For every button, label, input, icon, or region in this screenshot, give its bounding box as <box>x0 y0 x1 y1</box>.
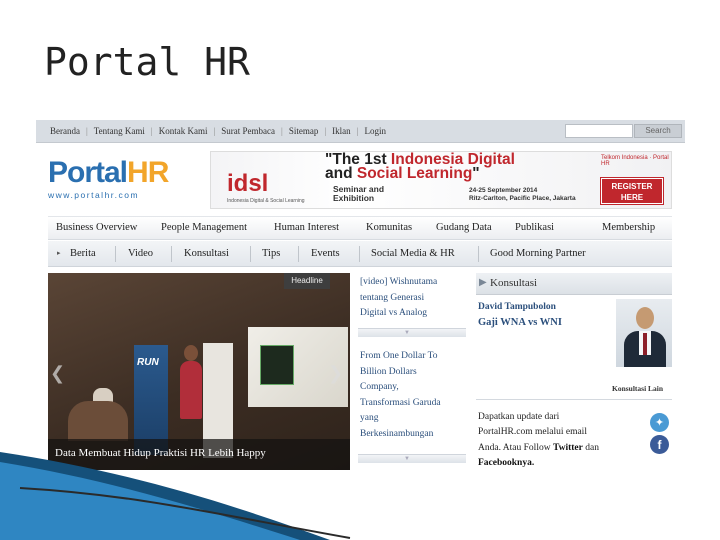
tab-berita[interactable]: Berita <box>70 248 96 259</box>
nav-separator: | <box>213 126 216 136</box>
news-separator: ▼ <box>358 328 466 337</box>
author-photo <box>616 299 672 367</box>
register-label-1: REGISTER <box>611 182 653 191</box>
roll-up-banner-text: RUN <box>137 357 159 368</box>
nav-link-sitemap[interactable]: Sitemap <box>289 126 319 136</box>
projected-image <box>260 345 294 385</box>
register-label-2: HERE <box>620 193 644 202</box>
chevron-down-icon: ▼ <box>404 330 410 336</box>
slide-title: Portal HR <box>44 40 250 84</box>
submenu-separator <box>115 246 116 262</box>
submenu-separator <box>250 246 251 262</box>
speaker-head <box>184 345 198 361</box>
caret-right-icon: ▶ <box>479 277 487 288</box>
news-item-line: tentang Generasi <box>360 292 425 303</box>
tab-tips[interactable]: Tips <box>262 248 280 259</box>
menu-item-komunitas[interactable]: Komunitas <box>366 222 412 233</box>
follow-line: PortalHR.com melalui email <box>478 427 587 438</box>
konsultasi-header: ▶ Konsultasi <box>476 273 672 295</box>
tab-video[interactable]: Video <box>128 248 153 259</box>
submenu-separator <box>478 246 479 262</box>
news-item-line: Transformasi Garuda <box>360 397 441 408</box>
tab-good-morning-partner[interactable]: Good Morning Partner <box>490 248 586 259</box>
menu-item-human-interest[interactable]: Human Interest <box>274 222 339 233</box>
submenu-separator <box>171 246 172 262</box>
slider-prev-icon[interactable]: ❮ <box>50 363 70 389</box>
main-menu: Business Overview People Management Huma… <box>48 216 672 240</box>
banner-headline: "The 1st Indonesia Digital and Social Le… <box>325 152 515 182</box>
nav-separator: | <box>150 126 153 136</box>
tab-konsultasi[interactable]: Konsultasi <box>184 248 229 259</box>
speaker-figure <box>180 361 202 419</box>
news-item-line: Digital vs Analog <box>360 308 428 318</box>
headline-tag: Headline <box>284 273 330 289</box>
tab-events[interactable]: Events <box>311 248 340 259</box>
konsultasi-author[interactable]: David Tampubolon <box>478 302 556 312</box>
portrait-face <box>636 307 654 329</box>
banner-headline-2c: " <box>472 165 480 182</box>
banner-subtitle: Seminar and Exhibition <box>333 185 384 203</box>
nav-separator: | <box>324 126 327 136</box>
news-item-line: [video] Wishnutama <box>360 277 438 287</box>
search-input[interactable] <box>565 124 633 138</box>
news-item-line: yang <box>360 413 379 423</box>
banner-date-2: Ritz-Carlton, Pacific Place, Jakarta <box>469 195 576 202</box>
banner-sub-2: Exhibition <box>333 193 375 203</box>
portrait-tie <box>643 333 647 355</box>
konsultasi-more-link[interactable]: Konsultasi Lain <box>612 384 663 393</box>
banner-date: 24-25 September 2014 Ritz-Carlton, Pacif… <box>469 187 576 203</box>
nav-link-kontak-kami[interactable]: Kontak Kami <box>159 126 208 136</box>
nav-separator: | <box>281 126 283 136</box>
sub-menu: ▸ Berita Video Konsultasi Tips Events So… <box>48 241 672 267</box>
follow-line: Dapatkan update dari <box>478 412 560 422</box>
menu-item-membership[interactable]: Membership <box>602 222 655 233</box>
top-nav: Beranda | Tentang Kami | Kontak Kami | Surat P… <box>36 120 685 143</box>
site-logo[interactable]: PortalHR www.portalhr.com <box>48 156 169 204</box>
nav-link-surat-pembaca[interactable]: Surat Pembaca <box>221 126 275 136</box>
banner-partner-logos: Telkom Indonesia · Portal HR <box>601 155 669 167</box>
panel-divider <box>476 399 672 400</box>
news-item[interactable]: [video] Wishnutama tentang Generasi Digi… <box>360 275 437 322</box>
news-item-line: From One Dollar To <box>360 351 438 361</box>
news-item-line: Company, <box>360 382 399 392</box>
slider-next-icon[interactable]: ❯ <box>328 363 348 389</box>
banner-headline-2b: Social Learning <box>356 165 473 182</box>
nav-separator: | <box>85 126 88 136</box>
submenu-separator <box>298 246 299 262</box>
menu-item-people-management[interactable]: People Management <box>161 222 247 233</box>
top-nav-links: Beranda | Tentang Kami | Kontak Kami | Surat P… <box>50 126 386 136</box>
nav-link-iklan[interactable]: Iklan <box>332 126 351 136</box>
audience-figure <box>68 401 128 441</box>
menu-item-publikasi[interactable]: Publikasi <box>515 222 554 233</box>
logo-text-portal: Portal <box>48 156 128 189</box>
konsultasi-title: Konsultasi <box>490 277 538 289</box>
search-button[interactable]: Search <box>634 124 682 138</box>
portal-hr-website: Beranda | Tentang Kami | Kontak Kami | Surat P… <box>36 120 685 472</box>
logo-url: www.portalhr.com <box>48 190 140 200</box>
nav-link-beranda[interactable]: Beranda <box>50 126 80 136</box>
logo-wordmark: PortalHR <box>48 156 169 189</box>
register-button[interactable]: REGISTER HERE <box>601 178 663 204</box>
idsl-logo-subtitle: Indonesia Digital & Social Learning <box>227 198 305 204</box>
news-item[interactable]: From One Dollar To Billion Dollars Compa… <box>360 349 441 442</box>
menu-item-business-overview[interactable]: Business Overview <box>56 222 137 233</box>
nav-separator: | <box>356 126 359 136</box>
event-banner[interactable]: idsl Indonesia Digital & Social Learning… <box>210 151 672 209</box>
logo-text-hr: HR <box>127 156 169 189</box>
idsl-logo: idsl <box>227 170 269 197</box>
nav-link-tentang-kami[interactable]: Tentang Kami <box>94 126 145 136</box>
slide-decoration-swoosh <box>0 452 351 540</box>
banner-headline-2a: and <box>325 165 357 182</box>
banner-date-1: 24-25 September 2014 <box>469 187 538 194</box>
tab-social-media-hr[interactable]: Social Media & HR <box>371 248 455 259</box>
submenu-separator <box>359 246 360 262</box>
nav-link-login[interactable]: Login <box>364 126 386 136</box>
konsultasi-article-title[interactable]: Gaji WNA vs WNI <box>478 317 562 328</box>
menu-item-gudang-data[interactable]: Gudang Data <box>436 222 492 233</box>
submenu-bullet-icon: ▸ <box>57 249 61 257</box>
news-item-line: Billion Dollars <box>360 366 417 377</box>
twitter-icon[interactable]: ✦ <box>650 413 669 432</box>
